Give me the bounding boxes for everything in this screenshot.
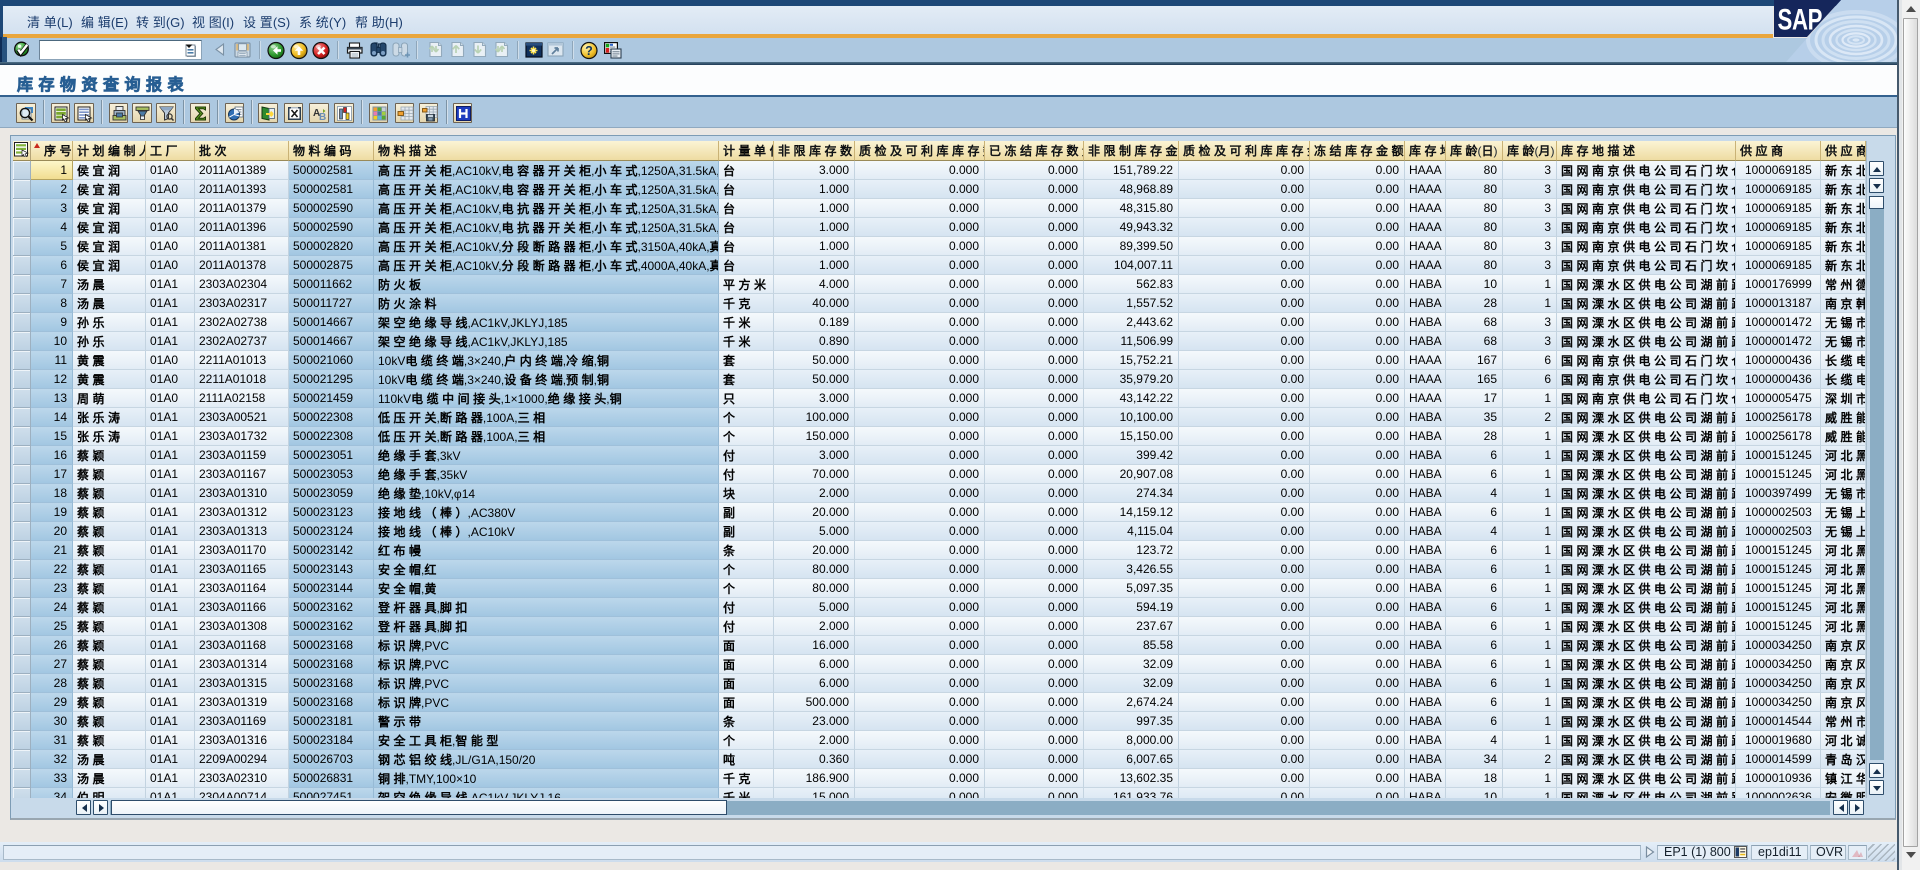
svg-text:?: ? <box>585 44 593 58</box>
svg-text:SAP: SAP <box>1778 2 1823 36</box>
svg-text:B: B <box>319 112 326 122</box>
